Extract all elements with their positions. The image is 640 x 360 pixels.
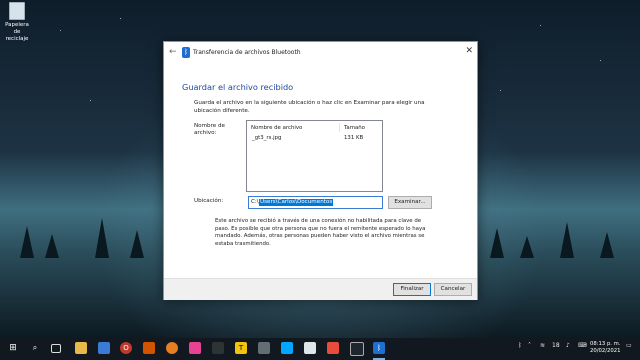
location-prefix: C:\ bbox=[251, 199, 259, 205]
app-fire-icon[interactable] bbox=[327, 342, 339, 354]
start-icon[interactable]: ⊞ bbox=[7, 342, 19, 354]
app-mixer-icon[interactable] bbox=[304, 342, 316, 354]
column-header-size[interactable]: Tamaño bbox=[344, 125, 365, 131]
recycle-bin-label: Papelera de reciclaje bbox=[5, 22, 29, 42]
dialog-titlebar: ← ᛒ Transferencia de archivos Bluetooth … bbox=[164, 42, 477, 64]
location-input[interactable]: C:\ Users\Carlos\Documentos bbox=[248, 196, 383, 209]
app-yellow-icon[interactable]: T bbox=[235, 342, 247, 354]
wifi-icon[interactable]: ≋ bbox=[540, 342, 545, 349]
file-explorer-icon[interactable] bbox=[75, 342, 87, 354]
file-list[interactable]: Nombre de archivo Tamaño _gt3_rs.jpg 131… bbox=[246, 120, 383, 192]
clock-date: 20/02/2021 bbox=[590, 348, 621, 354]
security-note: Este archivo se recibió a través de una … bbox=[215, 218, 426, 247]
tree-silhouette bbox=[95, 218, 109, 258]
tree-silhouette bbox=[20, 226, 34, 258]
bluetooth-icon: ᛒ bbox=[182, 47, 190, 58]
app-game-icon[interactable] bbox=[212, 342, 224, 354]
app-eye-icon[interactable] bbox=[350, 342, 364, 356]
tree-silhouette bbox=[600, 232, 614, 258]
finish-button[interactable]: Finalizar bbox=[393, 283, 431, 296]
tree-silhouette bbox=[520, 236, 534, 258]
clock-time: 08:13 p. m. bbox=[590, 341, 621, 347]
close-icon[interactable]: ✕ bbox=[465, 46, 473, 56]
location-selected-text: Users\Carlos\Documentos bbox=[259, 199, 334, 206]
store-icon[interactable] bbox=[98, 342, 110, 354]
opera-icon[interactable]: O bbox=[120, 342, 132, 354]
bluetooth-tray-icon[interactable]: ᛒ bbox=[518, 342, 522, 349]
cancel-button[interactable]: Cancelar bbox=[434, 283, 472, 296]
keyboard-icon[interactable]: ⌨ bbox=[578, 342, 587, 349]
tray-badge[interactable]: 18 bbox=[552, 342, 560, 349]
controller-icon[interactable] bbox=[258, 342, 270, 354]
bluetooth-taskbar-icon[interactable]: ᛒ bbox=[373, 342, 385, 354]
file-name-cell[interactable]: _gt3_rs.jpg bbox=[252, 135, 281, 141]
file-name-label: Nombre de archivo: bbox=[194, 123, 225, 136]
notification-icon[interactable]: ▭ bbox=[626, 342, 632, 349]
taskbar: ⊞ ⌕ O T ᛒ ᛒ ˄ ≋ 18 ♪ ⌨ 08:13 p. m. 20/02… bbox=[0, 338, 640, 360]
search-icon[interactable]: ⌕ bbox=[29, 342, 41, 354]
chevron-up-icon[interactable]: ˄ bbox=[528, 342, 531, 349]
app-messenger-icon[interactable] bbox=[281, 342, 293, 354]
location-label: Ubicación: bbox=[194, 198, 224, 204]
task-view-icon[interactable] bbox=[51, 344, 61, 353]
bluetooth-transfer-dialog: ← ᛒ Transferencia de archivos Bluetooth … bbox=[163, 41, 478, 300]
back-arrow-icon[interactable]: ← bbox=[169, 47, 177, 57]
tree-silhouette bbox=[560, 222, 574, 258]
browse-button[interactable]: Examinar... bbox=[388, 196, 432, 209]
app-pink-icon[interactable] bbox=[189, 342, 201, 354]
page-heading: Guardar el archivo recibido bbox=[182, 82, 294, 92]
app-media-icon[interactable] bbox=[166, 342, 178, 354]
recycle-bin-shortcut[interactable]: Papelera de reciclaje bbox=[2, 2, 32, 43]
dialog-footer: Finalizar Cancelar bbox=[164, 278, 477, 300]
file-size-cell: 131 KB bbox=[344, 135, 364, 141]
column-header-name[interactable]: Nombre de archivo bbox=[251, 125, 302, 131]
column-divider bbox=[339, 123, 340, 132]
clock[interactable]: 08:13 p. m. 20/02/2021 bbox=[590, 341, 621, 355]
app-red-icon[interactable] bbox=[143, 342, 155, 354]
dialog-title: Transferencia de archivos Bluetooth bbox=[193, 49, 301, 56]
volume-icon[interactable]: ♪ bbox=[566, 342, 570, 349]
tree-silhouette bbox=[130, 230, 144, 258]
tree-silhouette bbox=[45, 234, 59, 258]
intro-text: Guarda el archivo en la siguiente ubicac… bbox=[194, 100, 425, 114]
recycle-bin-icon bbox=[9, 2, 25, 20]
tree-silhouette bbox=[490, 228, 504, 258]
